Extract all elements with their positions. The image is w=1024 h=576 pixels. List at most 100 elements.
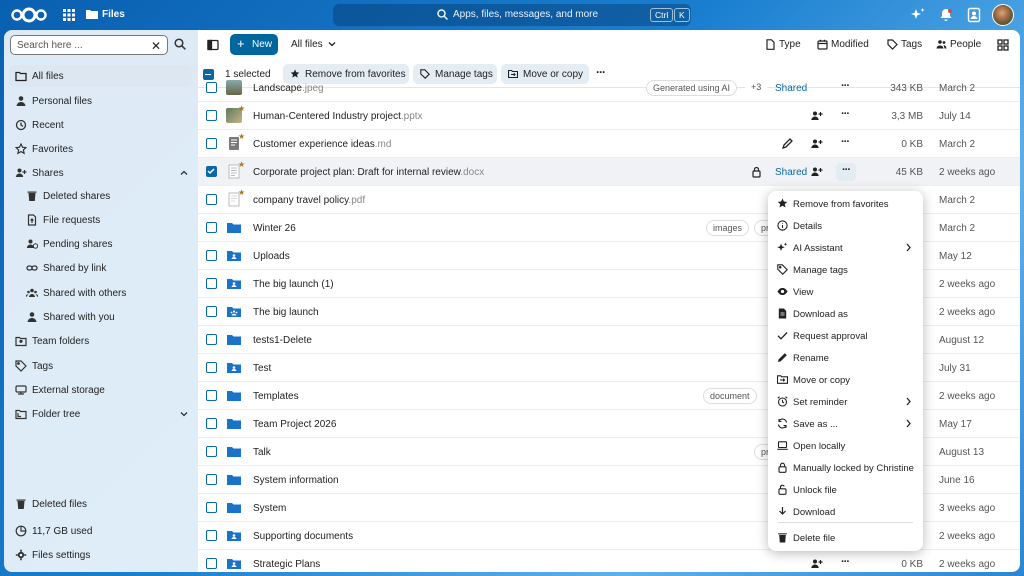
row-checkbox[interactable]: [206, 82, 217, 93]
folder-name[interactable]: System: [253, 503, 286, 514]
row-checkbox[interactable]: [206, 250, 217, 261]
clear-search-icon[interactable]: ✕: [151, 39, 161, 53]
row-actions-icon[interactable]: ···: [836, 81, 854, 95]
filter-people[interactable]: People: [936, 39, 981, 50]
row-checkbox[interactable]: [206, 502, 217, 513]
menu-item-delete-file[interactable]: Delete file: [768, 527, 923, 549]
row-checkbox[interactable]: [206, 278, 217, 289]
file-name[interactable]: Human-Centered Industry project.pptx: [253, 111, 423, 122]
row-checkbox[interactable]: [206, 418, 217, 429]
shared-status[interactable]: Shared: [775, 167, 807, 178]
share-add-icon[interactable]: [810, 110, 823, 122]
sidebar-item-shared-with-you[interactable]: Shared with you: [9, 306, 192, 328]
row-checkbox[interactable]: [206, 306, 217, 317]
user-avatar[interactable]: [992, 4, 1014, 26]
file-row[interactable]: ★ Customer experience ideas.md ··· 0 KB …: [198, 130, 1020, 158]
sidebar-item-pending-shares[interactable]: Pending shares: [9, 233, 192, 255]
menu-item-remove-from-favorites[interactable]: Remove from favorites: [768, 193, 923, 215]
sidebar-item-deleted-files[interactable]: Deleted files: [9, 493, 192, 515]
menu-item-set-reminder[interactable]: Set reminder: [768, 391, 923, 413]
row-checkbox[interactable]: [206, 138, 217, 149]
files-app-icon[interactable]: [86, 9, 98, 19]
nextcloud-logo[interactable]: [10, 7, 48, 23]
sidebar-search-input[interactable]: Search here ... ✕: [10, 35, 168, 55]
row-checkbox[interactable]: [206, 530, 217, 541]
row-checkbox[interactable]: [206, 194, 217, 205]
file-name[interactable]: Corporate project plan: Draft for intern…: [253, 167, 484, 178]
new-button[interactable]: + New: [230, 34, 278, 55]
sidebar-item-file-requests[interactable]: File requests: [9, 209, 192, 231]
menu-item-view[interactable]: View: [768, 281, 923, 303]
folder-name[interactable]: tests1-Delete: [253, 335, 312, 346]
filter-type[interactable]: Type: [766, 39, 801, 50]
menu-item-manage-tags[interactable]: Manage tags: [768, 259, 923, 281]
lock-icon[interactable]: [750, 166, 763, 178]
sidebar-item-shares[interactable]: Shares: [9, 162, 192, 184]
row-checkbox[interactable]: [206, 334, 217, 345]
file-row[interactable]: Landscape.jpeg Generated using AI +3 Sha…: [198, 74, 1020, 102]
edit-icon[interactable]: [781, 138, 794, 150]
contacts-icon[interactable]: [966, 7, 982, 23]
chevron-up-icon[interactable]: [179, 168, 189, 178]
sidebar-item-shared-with-others[interactable]: Shared with others: [9, 282, 192, 304]
share-add-icon[interactable]: [810, 166, 823, 178]
chevron-down-icon[interactable]: [328, 40, 336, 48]
folder-row[interactable]: Strategic Plans ··· 0 KB 2 weeks ago: [198, 550, 1020, 572]
file-name[interactable]: Customer experience ideas.md: [253, 139, 391, 150]
share-add-icon[interactable]: [810, 558, 823, 570]
breadcrumb-all-files[interactable]: All files: [291, 39, 323, 50]
sidebar-item-favorites[interactable]: Favorites: [9, 138, 192, 160]
app-title[interactable]: Files: [102, 9, 125, 20]
sidebar-toggle-icon[interactable]: [207, 39, 219, 51]
row-actions-icon[interactable]: ···: [836, 137, 854, 151]
filter-tags[interactable]: Tags: [887, 39, 922, 50]
row-checkbox[interactable]: [206, 446, 217, 457]
file-row[interactable]: ★ Human-Centered Industry project.pptx ·…: [198, 102, 1020, 130]
row-actions-icon[interactable]: ···: [836, 557, 854, 571]
file-name[interactable]: Landscape.jpeg: [253, 83, 324, 94]
sidebar-item-shared-by-link[interactable]: Shared by link: [9, 257, 192, 279]
folder-name[interactable]: Templates: [253, 391, 299, 402]
sidebar-item-personal-files[interactable]: Personal files: [9, 90, 192, 112]
search-icon[interactable]: [174, 38, 186, 50]
file-row-selected[interactable]: ★ Corporate project plan: Draft for inte…: [198, 158, 1020, 186]
menu-item-manually-locked[interactable]: Manually locked by Christine: [768, 457, 923, 479]
folder-name[interactable]: Test: [253, 363, 271, 374]
unified-search-bar[interactable]: Apps, files, messages, and more Ctrl K: [333, 4, 691, 26]
sidebar-item-all-files[interactable]: All files: [9, 65, 192, 87]
folder-name[interactable]: The big launch: [253, 307, 319, 318]
menu-item-request-approval[interactable]: Request approval: [768, 325, 923, 347]
row-checkbox[interactable]: [206, 222, 217, 233]
row-checkbox[interactable]: [206, 110, 217, 121]
folder-name[interactable]: System information: [253, 475, 339, 486]
folder-name[interactable]: Supporting documents: [253, 531, 353, 542]
file-name[interactable]: company travel policy.pdf: [253, 195, 365, 206]
sidebar-item-recent[interactable]: Recent: [9, 114, 192, 136]
row-actions-icon[interactable]: ···: [836, 109, 854, 123]
sidebar-item-folder-tree[interactable]: Folder tree: [9, 403, 192, 425]
menu-item-save-as[interactable]: Save as ...: [768, 413, 923, 435]
menu-item-ai-assistant[interactable]: AI Assistant: [768, 237, 923, 259]
sidebar-item-files-settings[interactable]: Files settings: [9, 544, 192, 566]
share-add-icon[interactable]: [810, 138, 823, 150]
row-checkbox[interactable]: [206, 362, 217, 373]
menu-item-unlock-file[interactable]: Unlock file: [768, 479, 923, 501]
sidebar-item-team-folders[interactable]: Team folders: [9, 330, 192, 352]
shared-status[interactable]: Shared: [775, 83, 807, 94]
folder-name[interactable]: Uploads: [253, 251, 290, 262]
menu-item-rename[interactable]: Rename: [768, 347, 923, 369]
assistant-sparkle-icon[interactable]: [910, 7, 926, 23]
folder-name[interactable]: Strategic Plans: [253, 559, 320, 570]
grid-view-icon[interactable]: [997, 39, 1009, 51]
folder-name[interactable]: Winter 26: [253, 223, 296, 234]
row-checkbox[interactable]: [206, 558, 217, 569]
sidebar-item-external-storage[interactable]: External storage: [9, 379, 192, 401]
menu-item-details[interactable]: Details: [768, 215, 923, 237]
menu-item-download-as[interactable]: Download as: [768, 303, 923, 325]
sidebar-item-deleted-shares[interactable]: Deleted shares: [9, 185, 192, 207]
menu-item-move-or-copy[interactable]: Move or copy: [768, 369, 923, 391]
folder-name[interactable]: The big launch (1): [253, 279, 334, 290]
chevron-down-icon[interactable]: [179, 409, 189, 419]
row-checkbox[interactable]: [206, 474, 217, 485]
filter-modified[interactable]: Modified: [817, 39, 869, 50]
